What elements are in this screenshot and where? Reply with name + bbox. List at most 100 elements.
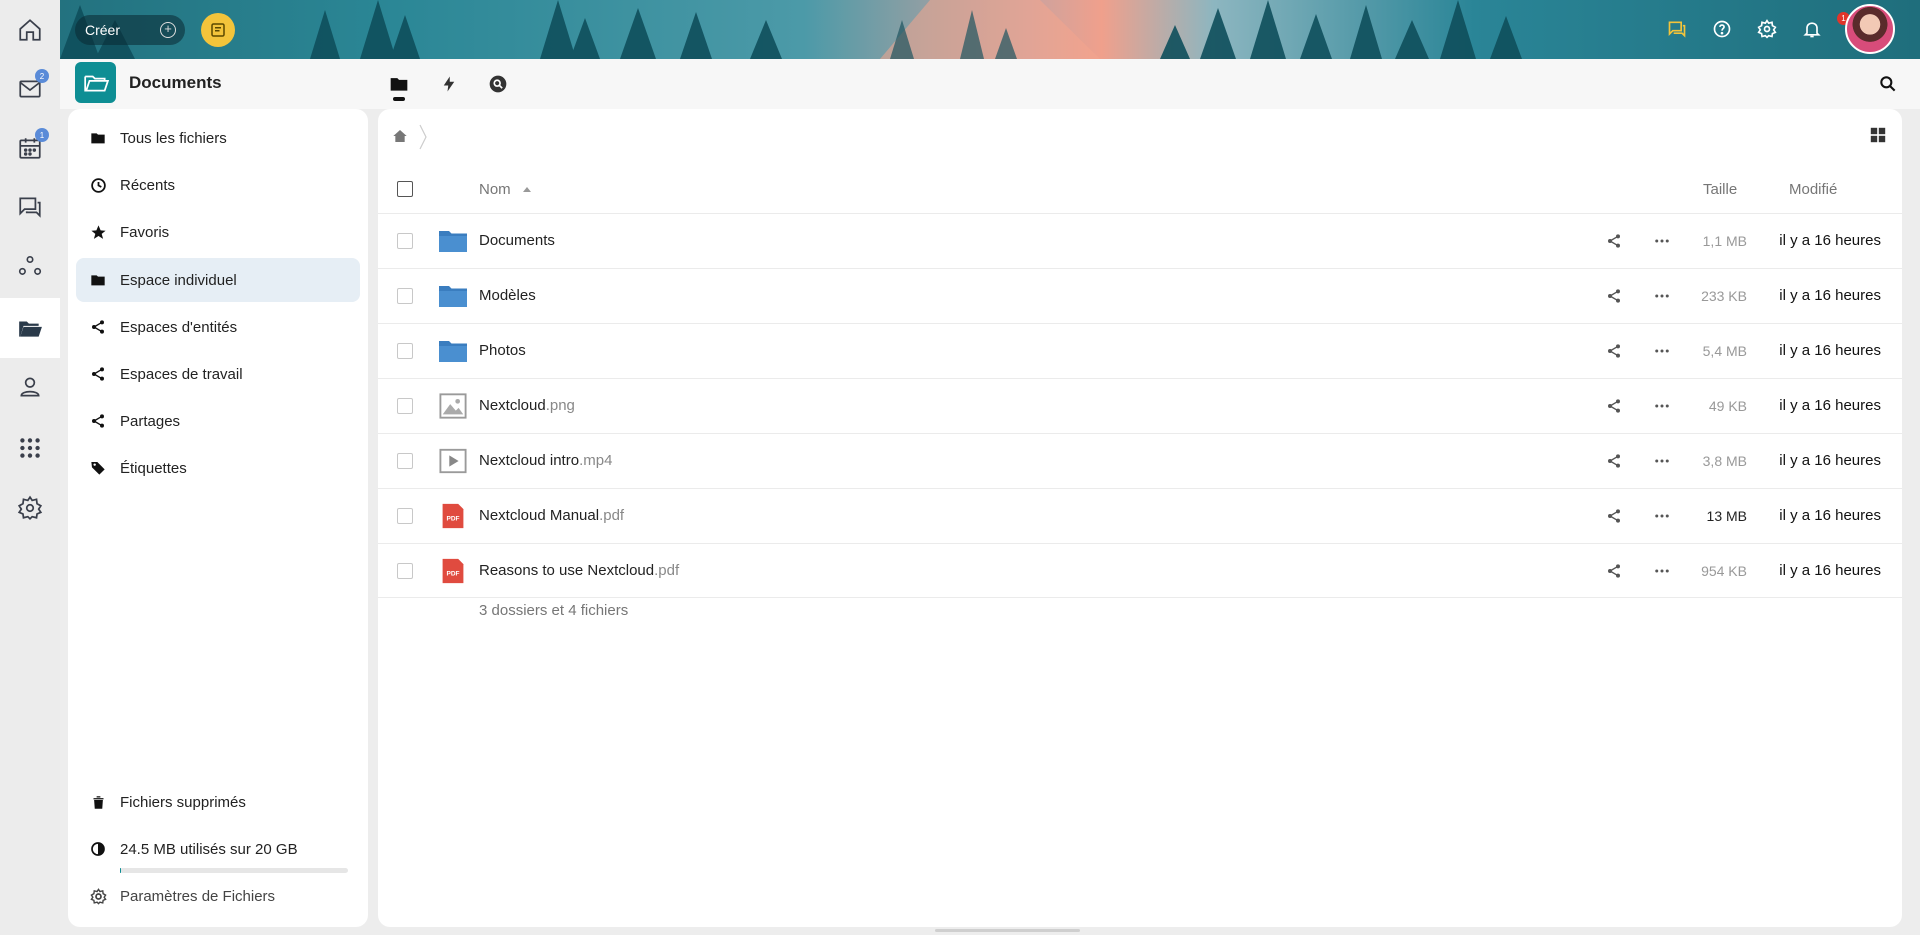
sidebar-item-recent[interactable]: Récents xyxy=(76,163,360,207)
file-size: 5,4 MB xyxy=(1702,343,1747,359)
search-icon xyxy=(1880,76,1896,92)
table-row[interactable]: Documents 1,1 MB il y a 16 heures xyxy=(378,213,1902,268)
circles-icon[interactable] xyxy=(0,236,60,296)
folder-icon xyxy=(438,226,468,256)
file-name[interactable]: Modèles xyxy=(479,287,536,304)
sidebar-item-entity-spaces[interactable]: Espaces d'entités xyxy=(76,305,360,349)
table-row[interactable]: Nextcloud.png 49 KB il y a 16 heures xyxy=(378,378,1902,433)
table-row[interactable]: PDF Reasons to use Nextcloud.pdf 954 KB il … xyxy=(378,543,1902,598)
flash-icon xyxy=(443,76,455,92)
sidebar-item-personal-space[interactable]: Espace individuel xyxy=(76,258,360,302)
row-checkbox[interactable] xyxy=(397,288,413,304)
row-checkbox[interactable] xyxy=(397,343,413,359)
share-icon[interactable] xyxy=(1604,341,1624,361)
share-icon[interactable] xyxy=(1604,396,1624,416)
pie-chart-icon xyxy=(76,827,120,871)
row-checkbox[interactable] xyxy=(397,508,413,524)
more-actions-icon[interactable] xyxy=(1652,286,1672,306)
grid-view-toggle[interactable] xyxy=(1868,125,1888,145)
svg-text:PDF: PDF xyxy=(447,515,460,522)
file-size: 1,1 MB xyxy=(1702,233,1747,249)
more-actions-icon[interactable] xyxy=(1652,451,1672,471)
file-name[interactable]: Nextcloud Manual.pdf xyxy=(479,507,624,524)
bell-icon[interactable] xyxy=(1799,16,1825,42)
notes-button[interactable] xyxy=(201,13,235,47)
file-extension: .png xyxy=(545,397,575,414)
sidebar-item-quota: 24.5 MB utilisés sur 20 GB xyxy=(76,827,360,871)
quota-progress-bar xyxy=(120,868,348,873)
row-checkbox[interactable] xyxy=(397,233,413,249)
file-name[interactable]: Photos xyxy=(479,342,526,359)
table-row[interactable]: Photos 5,4 MB il y a 16 heures xyxy=(378,323,1902,378)
user-avatar[interactable] xyxy=(1845,4,1895,54)
more-actions-icon[interactable] xyxy=(1652,561,1672,581)
file-name[interactable]: Documents xyxy=(479,232,555,249)
talk-header-icon[interactable] xyxy=(1664,16,1690,42)
file-name[interactable]: Nextcloud.png xyxy=(479,397,575,414)
file-size: 954 KB xyxy=(1701,563,1747,579)
page-title: Documents xyxy=(129,73,222,92)
tab-files-view[interactable] xyxy=(387,72,411,96)
select-all-checkbox[interactable] xyxy=(397,181,413,197)
more-actions-icon[interactable] xyxy=(1652,506,1672,526)
create-button[interactable]: Créer + xyxy=(75,15,185,45)
settings-gear-icon[interactable] xyxy=(0,478,60,538)
sort-ascending-icon xyxy=(523,187,531,192)
table-row[interactable]: Modèles 233 KB il y a 16 heures xyxy=(378,268,1902,323)
sidebar-item-label: Favoris xyxy=(120,223,170,241)
table-row[interactable]: Nextcloud intro.mp4 3,8 MB il y a 16 heure… xyxy=(378,433,1902,488)
share-icon[interactable] xyxy=(1604,561,1624,581)
share-icon[interactable] xyxy=(1604,231,1624,251)
file-modified: il y a 16 heures xyxy=(1779,287,1881,304)
share-icon[interactable] xyxy=(1604,451,1624,471)
table-row[interactable]: PDF Nextcloud Manual.pdf 13 MB il y a 16 he… xyxy=(378,488,1902,543)
talk-icon[interactable] xyxy=(0,177,60,237)
sidebar-item-workspaces[interactable]: Espaces de travail xyxy=(76,352,360,396)
share-icon[interactable] xyxy=(1604,506,1624,526)
sidebar-item-label: Récents xyxy=(120,176,176,194)
more-actions-icon[interactable] xyxy=(1652,231,1672,251)
files-icon[interactable] xyxy=(0,298,60,358)
apps-grid-icon[interactable] xyxy=(0,418,60,478)
sidebar-item-tags[interactable]: Étiquettes xyxy=(76,446,360,490)
folder-icon xyxy=(76,258,120,302)
row-checkbox[interactable] xyxy=(397,453,413,469)
row-checkbox[interactable] xyxy=(397,563,413,579)
sidebar-item-label: Espaces de travail xyxy=(120,365,243,383)
sidebar-item-trash[interactable]: Fichiers supprimés xyxy=(76,780,360,824)
column-header-name[interactable]: Nom xyxy=(479,181,511,198)
file-extension: .mp4 xyxy=(579,452,613,469)
file-size: 13 MB xyxy=(1706,508,1747,524)
video-file-icon xyxy=(438,446,468,476)
trash-label: Fichiers supprimés xyxy=(120,793,246,811)
svg-text:PDF: PDF xyxy=(447,570,460,577)
mail-icon[interactable]: 2 xyxy=(0,59,60,119)
sidebar-item-shares[interactable]: Partages xyxy=(76,399,360,443)
file-name[interactable]: Reasons to use Nextcloud.pdf xyxy=(479,562,679,579)
help-icon[interactable] xyxy=(1709,16,1735,42)
contacts-icon[interactable] xyxy=(0,357,60,417)
share-icon[interactable] xyxy=(1604,286,1624,306)
sidebar-item-favorites[interactable]: Favoris xyxy=(76,210,360,254)
more-actions-icon[interactable] xyxy=(1652,341,1672,361)
search-button[interactable] xyxy=(1876,72,1900,96)
row-checkbox[interactable] xyxy=(397,398,413,414)
horizontal-scrollbar[interactable] xyxy=(935,929,1080,932)
file-modified: il y a 16 heures xyxy=(1779,452,1881,469)
tab-search-tags[interactable] xyxy=(486,72,510,96)
more-actions-icon[interactable] xyxy=(1652,396,1672,416)
settings-header-icon[interactable] xyxy=(1754,16,1780,42)
tab-activity[interactable] xyxy=(437,72,461,96)
grid-icon xyxy=(1870,127,1886,143)
home-icon[interactable] xyxy=(392,128,408,144)
calendar-icon[interactable]: 1 xyxy=(0,118,60,178)
dashboard-icon[interactable] xyxy=(0,0,60,60)
folder-icon xyxy=(438,281,468,311)
column-header-modified[interactable]: Modifié xyxy=(1789,181,1837,198)
column-header-size[interactable]: Taille xyxy=(1703,181,1737,198)
create-label: Créer xyxy=(85,22,121,38)
sidebar-item-files-settings[interactable]: Paramètres de Fichiers xyxy=(76,874,360,918)
sidebar-item-all-files[interactable]: Tous les fichiers xyxy=(76,116,360,160)
file-name[interactable]: Nextcloud intro.mp4 xyxy=(479,452,612,469)
file-modified: il y a 16 heures xyxy=(1779,562,1881,579)
